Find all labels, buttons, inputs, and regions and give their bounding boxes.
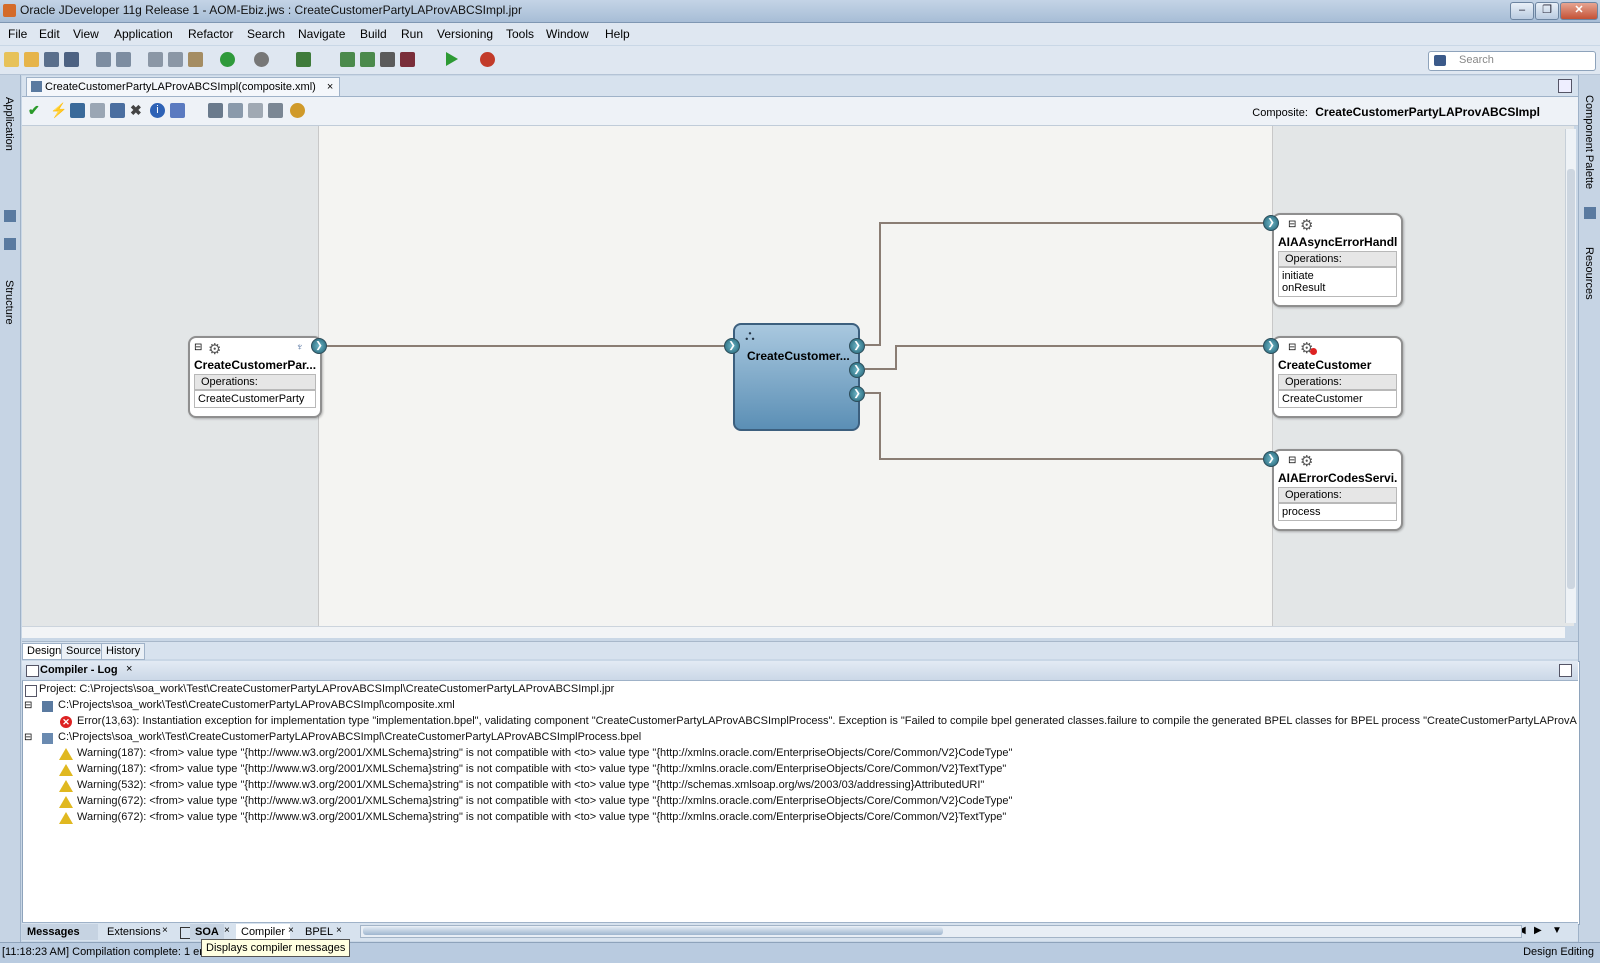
canvas-horizontal-scrollbar[interactable] (22, 626, 1565, 638)
close-icon[interactable]: × (288, 925, 294, 936)
wire-component-to-error-handler (865, 222, 1265, 346)
reference-operations-header: Operations: (1278, 487, 1397, 503)
reference-operations-list: process (1278, 503, 1397, 521)
wire-component-to-errorcodes (865, 392, 1265, 460)
scroll-right-icon[interactable]: ▶ (1534, 925, 1542, 936)
collapse-icon[interactable]: ⊟ (1288, 342, 1296, 353)
editor-view-tabs: Design Source History (22, 641, 1578, 660)
reference-aiaasyncerrorhandler[interactable]: ⊟ ⚙ AIAAsyncErrorHandl... Operations: in… (1272, 213, 1403, 307)
close-icon[interactable]: × (224, 925, 230, 936)
reference-error-icon (1310, 348, 1317, 355)
collapse-icon[interactable]: ⊟ (194, 342, 202, 353)
log-file-composite[interactable]: C:\Projects\soa_work\Test\CreateCustomer… (58, 699, 455, 711)
service-gear-icon: ⚙ (208, 341, 222, 358)
component-outbound-port-2[interactable]: ❯ (849, 362, 865, 378)
operation: onResult (1282, 282, 1326, 294)
reference-operations-header: Operations: (1278, 251, 1397, 267)
scroll-thumb[interactable] (363, 927, 943, 935)
operation: CreateCustomerParty (198, 393, 305, 405)
canvas-vertical-scrollbar[interactable] (1565, 129, 1576, 623)
collapse-icon[interactable]: ⊟ (24, 700, 32, 711)
close-icon[interactable]: × (336, 925, 342, 936)
component-inbound-port[interactable]: ❯ (724, 338, 740, 354)
status-mode: Design Editing (1523, 946, 1594, 958)
tab-source[interactable]: Source (61, 643, 106, 660)
warning-icon (59, 812, 73, 824)
warning-icon (59, 764, 73, 776)
log-file-bpel[interactable]: C:\Projects\soa_work\Test\CreateCustomer… (58, 731, 641, 743)
service-port[interactable]: ❯ (311, 338, 327, 354)
composite-file-icon (42, 701, 53, 712)
log-warning-line[interactable]: Warning(187): <from> value type "{http:/… (77, 747, 1012, 759)
log-warning-line[interactable]: Warning(187): <from> value type "{http:/… (77, 763, 1006, 775)
component-name: CreateCustomer... (747, 349, 850, 363)
close-icon[interactable]: × (162, 925, 168, 936)
tab-list-icon[interactable]: ▼ (1552, 925, 1562, 936)
reference-gear-icon: ⚙ (1300, 217, 1314, 234)
reference-port-2[interactable]: ❯ (1263, 338, 1279, 354)
bpel-file-icon (42, 733, 53, 744)
compiler-log-title: Compiler - Log (40, 664, 118, 676)
operation: process (1282, 506, 1321, 518)
collapse-icon[interactable]: ⊟ (1288, 219, 1296, 230)
log-project-line[interactable]: Project: C:\Projects\soa_work\Test\Creat… (39, 683, 614, 695)
minimize-panel-icon[interactable] (1559, 664, 1572, 677)
service-operations-header: Operations: (194, 374, 316, 390)
log-horizontal-scrollbar[interactable] (360, 925, 1522, 938)
reference-name: CreateCustomer (1278, 358, 1372, 372)
bpel-process-icon: ⛬ (745, 327, 755, 343)
reference-name: AIAAsyncErrorHandl... (1278, 235, 1398, 249)
log-error-line[interactable]: Error(13,63): Instantiation exception fo… (77, 715, 1577, 727)
project-icon (25, 685, 37, 697)
error-icon: ✕ (60, 716, 72, 728)
tab-bpel[interactable]: BPEL (300, 924, 338, 940)
component-outbound-port-3[interactable]: ❯ (849, 386, 865, 402)
log-icon (26, 665, 39, 677)
operation: initiate (1282, 270, 1314, 282)
warning-icon (59, 748, 73, 760)
service-interface-icon: ♆ (296, 342, 304, 353)
tab-history[interactable]: History (101, 643, 146, 660)
tab-soa[interactable]: SOA (190, 924, 224, 940)
reference-operations-list: initiate onResult (1278, 267, 1397, 297)
log-warning-line[interactable]: Warning(672): <from> value type "{http:/… (77, 811, 1006, 823)
tab-extensions[interactable]: Extensions (102, 924, 166, 940)
collapse-icon[interactable]: ⊟ (1288, 455, 1296, 466)
log-warning-line[interactable]: Warning(532): <from> value type "{http:/… (77, 779, 984, 791)
warning-icon (59, 780, 73, 792)
reference-operations-list: CreateCustomer (1278, 390, 1397, 408)
reference-operations-header: Operations: (1278, 374, 1397, 390)
component-outbound-port-1[interactable]: ❯ (849, 338, 865, 354)
reference-createcustomer[interactable]: ⊟ ⚙ CreateCustomer Operations: CreateCus… (1272, 336, 1403, 418)
service-name: CreateCustomerPar... (194, 358, 316, 372)
log-warning-line[interactable]: Warning(672): <from> value type "{http:/… (77, 795, 1012, 807)
operation: CreateCustomer (1282, 393, 1363, 405)
reference-port-3[interactable]: ❯ (1263, 451, 1279, 467)
status-message: [11:18:23 AM] Compilation complete: 1 er… (2, 946, 217, 958)
tab-messages[interactable]: Messages (22, 924, 98, 940)
collapse-icon[interactable]: ⊟ (24, 732, 32, 743)
tab-compiler[interactable]: Compiler (236, 924, 291, 940)
close-log-icon[interactable]: × (126, 663, 132, 675)
tooltip: Displays compiler messages (201, 939, 351, 957)
compiler-log-header: Compiler - Log × (22, 661, 1578, 681)
reference-port-1[interactable]: ❯ (1263, 215, 1279, 231)
reference-name: AIAErrorCodesServi... (1278, 471, 1398, 485)
bpel-component[interactable]: ⛬ CreateCustomer... (733, 323, 860, 431)
warning-icon (59, 796, 73, 808)
tab-design[interactable]: Design (22, 643, 67, 660)
wire-component-to-createcustomer (865, 345, 1265, 370)
scroll-thumb[interactable] (1567, 169, 1575, 589)
reference-aiaerrorcodesservice[interactable]: ⊟ ⚙ AIAErrorCodesServi... Operations: pr… (1272, 449, 1403, 531)
service-createcustomerparty[interactable]: ⊟ ⚙ ♆ CreateCustomerPar... Operations: C… (188, 336, 322, 418)
reference-gear-icon: ⚙ (1300, 453, 1314, 470)
service-operations-list: CreateCustomerParty (194, 390, 316, 408)
